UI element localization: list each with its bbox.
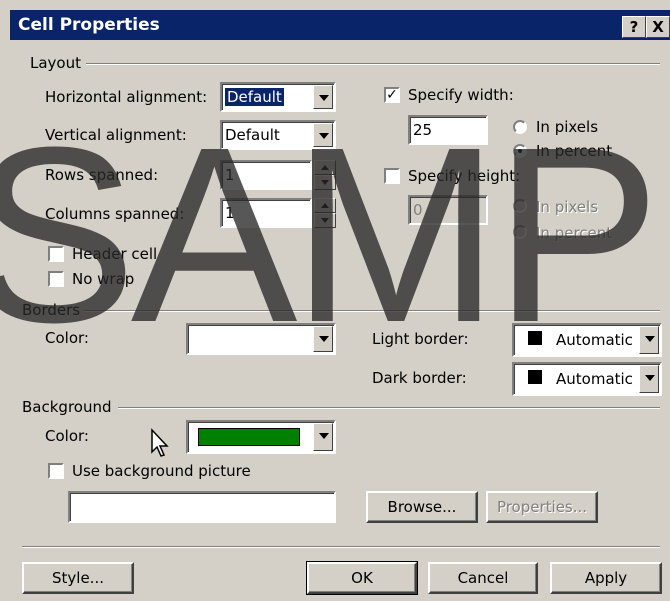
columns-spanned-label: Columns spanned:	[45, 205, 185, 223]
specify-width-checkbox[interactable]: ✓	[384, 87, 400, 103]
header-cell-checkbox[interactable]	[48, 246, 64, 262]
vertical-alignment-value: Default	[225, 126, 280, 144]
no-wrap-label[interactable]: No wrap	[72, 270, 134, 288]
width-in-percent-label[interactable]: In percent	[536, 142, 612, 160]
columns-spanned-input[interactable]: 1	[220, 198, 312, 228]
dialog-title-bar: Cell Properties ? X	[10, 10, 670, 40]
border-color-select[interactable]	[186, 323, 336, 355]
height-input[interactable]: 0	[408, 195, 488, 225]
background-picture-path-input[interactable]	[68, 491, 336, 523]
width-in-percent-radio[interactable]	[513, 144, 527, 158]
footer-divider	[22, 546, 660, 548]
layout-group-divider	[86, 63, 660, 65]
background-color-select[interactable]	[186, 420, 336, 454]
specify-width-label[interactable]: Specify width:	[408, 86, 514, 104]
height-in-percent-label: In percent	[536, 224, 613, 242]
rows-spanned-spinner[interactable]	[314, 160, 336, 190]
columns-spanned-spinner[interactable]	[314, 198, 336, 228]
spin-up-icon[interactable]	[314, 160, 336, 175]
width-input[interactable]: 25	[408, 115, 488, 145]
automatic-color-swatch	[528, 331, 542, 345]
chevron-down-icon[interactable]	[313, 85, 333, 109]
apply-button[interactable]: Apply	[550, 562, 662, 594]
light-border-value: Automatic	[556, 331, 633, 349]
spin-down-icon[interactable]	[314, 213, 336, 228]
chevron-down-icon[interactable]	[639, 326, 659, 354]
background-color-swatch	[198, 428, 300, 446]
header-cell-label[interactable]: Header cell	[72, 245, 157, 263]
borders-group-divider	[84, 310, 660, 312]
background-group-label: Background	[22, 398, 112, 416]
use-background-picture-label[interactable]: Use background picture	[72, 462, 251, 480]
horizontal-alignment-value: Default	[225, 88, 284, 106]
dark-border-label: Dark border:	[372, 369, 467, 387]
spin-up-icon[interactable]	[314, 198, 336, 213]
borders-group-label: Borders	[22, 301, 81, 319]
height-in-pixels-label: In pixels	[536, 198, 599, 216]
chevron-down-icon[interactable]	[639, 365, 659, 393]
vertical-alignment-label: Vertical alignment:	[45, 126, 187, 144]
dialog-title: Cell Properties	[18, 15, 160, 35]
rows-spanned-input[interactable]: 1	[220, 160, 312, 190]
dark-border-select[interactable]: Automatic	[512, 362, 662, 396]
browse-button[interactable]: Browse...	[366, 491, 478, 523]
background-color-label: Color:	[45, 427, 89, 445]
horizontal-alignment-select[interactable]: Default	[220, 82, 336, 112]
chevron-down-icon[interactable]	[313, 326, 333, 352]
style-button[interactable]: Style...	[22, 562, 134, 594]
width-in-pixels-radio[interactable]	[513, 120, 527, 134]
spin-down-icon[interactable]	[314, 175, 336, 190]
properties-button[interactable]: Properties...	[486, 491, 598, 523]
use-background-picture-checkbox[interactable]	[48, 463, 64, 479]
close-button[interactable]: X	[646, 16, 670, 38]
chevron-down-icon[interactable]	[313, 123, 333, 147]
rows-spanned-label: Rows spanned:	[45, 166, 159, 184]
vertical-alignment-select[interactable]: Default	[220, 120, 336, 150]
ok-button[interactable]: OK	[306, 561, 418, 595]
layout-group-label: Layout	[30, 54, 81, 72]
height-in-percent-radio[interactable]	[513, 225, 527, 239]
height-in-pixels-radio[interactable]	[513, 199, 527, 213]
dark-border-value: Automatic	[556, 370, 633, 388]
light-border-select[interactable]: Automatic	[512, 323, 662, 357]
specify-height-checkbox[interactable]	[384, 168, 400, 184]
no-wrap-checkbox[interactable]	[48, 271, 64, 287]
width-in-pixels-label[interactable]: In pixels	[536, 118, 598, 136]
light-border-label: Light border:	[372, 330, 469, 348]
horizontal-alignment-label: Horizontal alignment:	[45, 88, 208, 106]
background-group-divider	[118, 407, 660, 409]
mouse-cursor-icon	[151, 428, 169, 457]
automatic-color-swatch	[528, 370, 542, 384]
specify-height-label[interactable]: Specify height:	[408, 167, 520, 185]
help-button[interactable]: ?	[622, 16, 646, 38]
chevron-down-icon[interactable]	[313, 423, 333, 451]
cancel-button[interactable]: Cancel	[428, 562, 538, 594]
border-color-label: Color:	[45, 329, 89, 347]
